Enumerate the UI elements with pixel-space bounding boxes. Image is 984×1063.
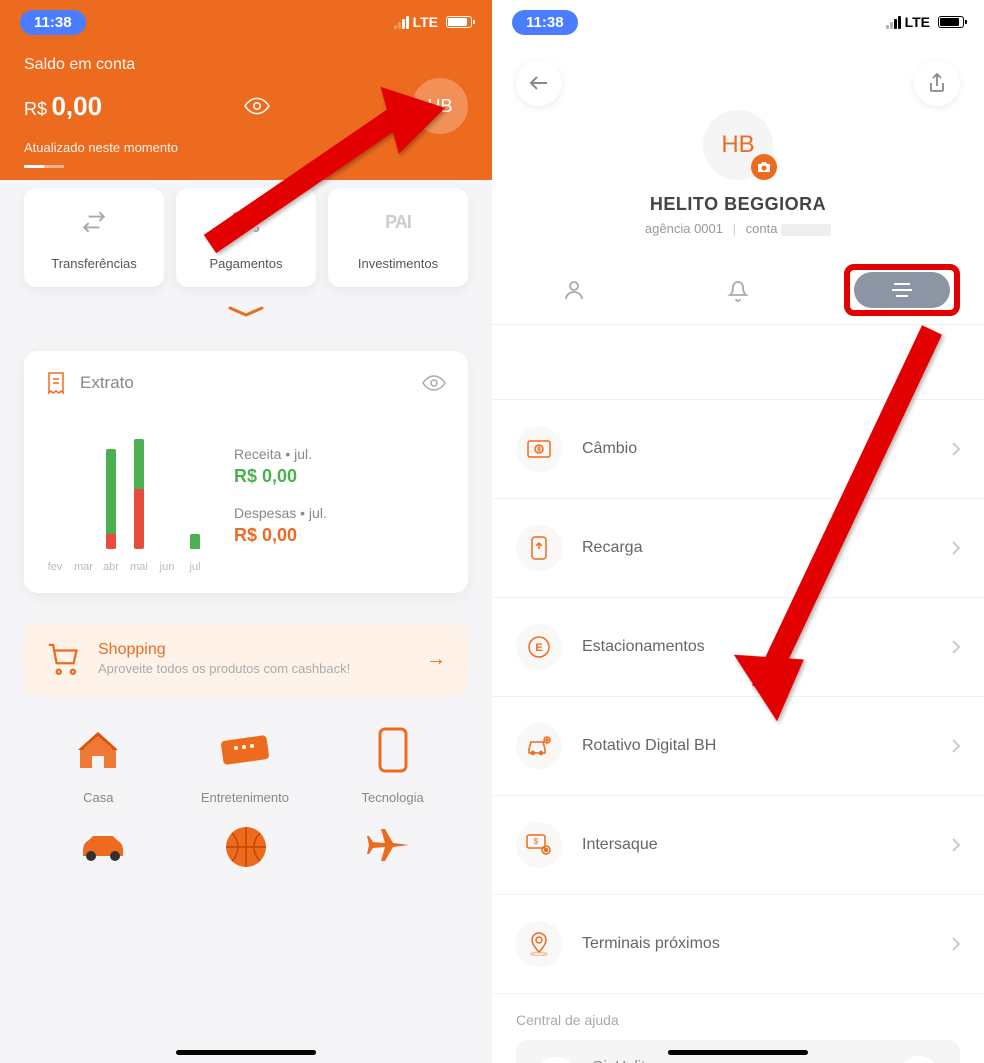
transfers-card[interactable]: Transferências — [24, 188, 164, 287]
chevron-right-icon — [952, 640, 960, 654]
status-indicators: LTE — [886, 14, 964, 30]
status-time: 11:38 — [20, 10, 86, 35]
share-button[interactable] — [914, 60, 960, 106]
car-pin-icon — [516, 723, 562, 769]
balance-value: R$ 0,00 — [24, 91, 102, 122]
status-bar: 11:38 LTE — [492, 0, 984, 44]
network-label: LTE — [905, 14, 930, 30]
despesas-stat: Despesas • jul. R$ 0,00 — [234, 505, 446, 546]
home-indicator[interactable] — [668, 1050, 808, 1055]
chevron-right-icon — [952, 442, 960, 456]
profile-avatar-button[interactable]: HB — [412, 78, 468, 134]
pai-icon: PAI — [385, 208, 411, 236]
chevron-right-icon — [952, 739, 960, 753]
location-pin-icon — [516, 921, 562, 967]
help-arrow-button[interactable] — [898, 1056, 940, 1063]
profile-menu-screen: 11:38 LTE HB HELITO BEGGIORA agência 000… — [492, 0, 984, 1063]
assistant-avatar-icon: 👩‍🦰 — [536, 1057, 576, 1063]
chevron-right-icon — [952, 937, 960, 951]
status-indicators: LTE — [394, 14, 472, 30]
extrato-card[interactable]: Extrato fev mar abr mai ju — [24, 351, 468, 593]
quick-actions: Transferências Pagamentos PAI Investimen… — [0, 168, 492, 287]
help-title: Central de ajuda — [516, 1012, 960, 1028]
updated-text: Atualizado neste momento — [24, 140, 468, 155]
extrato-chart: fev mar abr mai jun jul — [46, 419, 204, 573]
menu-item-recarga[interactable]: Recarga — [492, 499, 984, 598]
expand-chevron[interactable] — [0, 305, 492, 323]
tab-profile[interactable] — [492, 256, 656, 324]
eye-icon[interactable] — [244, 97, 270, 115]
shopping-title: Shopping — [98, 641, 408, 659]
car-icon[interactable] — [73, 817, 133, 877]
menu-item-intersaque[interactable]: $ Intersaque — [492, 796, 984, 895]
home-screen: 11:38 LTE Saldo em conta R$ 0,00 HB Atua… — [0, 0, 492, 1063]
status-bar: 11:38 LTE — [0, 0, 492, 44]
parking-icon: E — [516, 624, 562, 670]
menu-item-rotativo[interactable]: Rotativo Digital BH — [492, 697, 984, 796]
tab-notifications[interactable] — [656, 256, 820, 324]
profile-meta: agência 0001 | conta — [492, 221, 984, 236]
withdraw-icon: $ — [516, 822, 562, 868]
investments-label: Investimentos — [358, 256, 438, 271]
recharge-icon — [516, 525, 562, 571]
profile-avatar[interactable]: HB — [703, 110, 773, 180]
svg-text:E: E — [535, 642, 542, 654]
menu-item-cambio[interactable]: Câmbio — [492, 400, 984, 499]
transfers-label: Transferências — [51, 256, 137, 271]
extrato-title: Extrato — [80, 373, 134, 393]
chart-x-labels: fev mar abr mai jun jul — [46, 561, 204, 573]
barcode-icon — [232, 208, 260, 236]
help-text: Oi, Helito. Posso ajudar? — [592, 1056, 882, 1063]
phone-icon — [363, 720, 423, 780]
signal-icon — [394, 16, 409, 29]
receita-stat: Receita • jul. R$ 0,00 — [234, 446, 446, 487]
category-entretenimento[interactable]: Entretenimento — [201, 720, 289, 805]
battery-icon — [938, 16, 964, 28]
category-grid-row2 — [0, 805, 492, 877]
network-label: LTE — [413, 14, 438, 30]
eye-icon[interactable] — [422, 375, 446, 391]
basketball-icon[interactable] — [216, 817, 276, 877]
category-grid: Casa Entretenimento Tecnologia — [0, 696, 492, 805]
status-time: 11:38 — [512, 10, 578, 35]
svg-text:$: $ — [534, 837, 539, 846]
menu-list: Câmbio Recarga E Estacionamentos Rotativ… — [492, 325, 984, 994]
shopping-subtitle: Aproveite todos os produtos com cashback… — [98, 661, 408, 678]
back-button[interactable] — [516, 60, 562, 106]
cart-icon — [46, 642, 80, 676]
arrow-right-icon: → — [426, 648, 446, 671]
menu-item-partial[interactable] — [492, 325, 984, 400]
menu-item-estacionamentos[interactable]: E Estacionamentos — [492, 598, 984, 697]
payments-card[interactable]: Pagamentos — [176, 188, 316, 287]
chevron-right-icon — [952, 541, 960, 555]
receipt-icon — [46, 371, 66, 395]
menu-item-terminais[interactable]: Terminais próximos — [492, 895, 984, 994]
ticket-icon — [215, 720, 275, 780]
balance-header: Saldo em conta R$ 0,00 HB Atualizado nes… — [0, 44, 492, 168]
battery-icon — [446, 16, 472, 28]
plane-icon[interactable] — [359, 817, 419, 877]
category-tecnologia[interactable]: Tecnologia — [362, 720, 424, 805]
signal-icon — [886, 16, 901, 29]
profile-name: HELITO BEGGIORA — [492, 194, 984, 215]
chevron-right-icon — [952, 838, 960, 852]
investments-card[interactable]: PAI Investimentos — [328, 188, 468, 287]
house-icon — [68, 720, 128, 780]
payments-label: Pagamentos — [210, 256, 283, 271]
profile-tabs — [492, 256, 984, 325]
tab-menu[interactable] — [820, 256, 984, 324]
annotation-highlight — [844, 264, 960, 316]
category-casa[interactable]: Casa — [68, 720, 128, 805]
transfer-icon — [81, 208, 107, 236]
currency-icon — [516, 426, 562, 472]
home-indicator[interactable] — [176, 1050, 316, 1055]
shopping-banner[interactable]: Shopping Aproveite todos os produtos com… — [24, 623, 468, 696]
balance-label: Saldo em conta — [24, 56, 468, 74]
camera-icon[interactable] — [751, 154, 777, 180]
profile-section: HB HELITO BEGGIORA agência 0001 | conta — [492, 106, 984, 256]
